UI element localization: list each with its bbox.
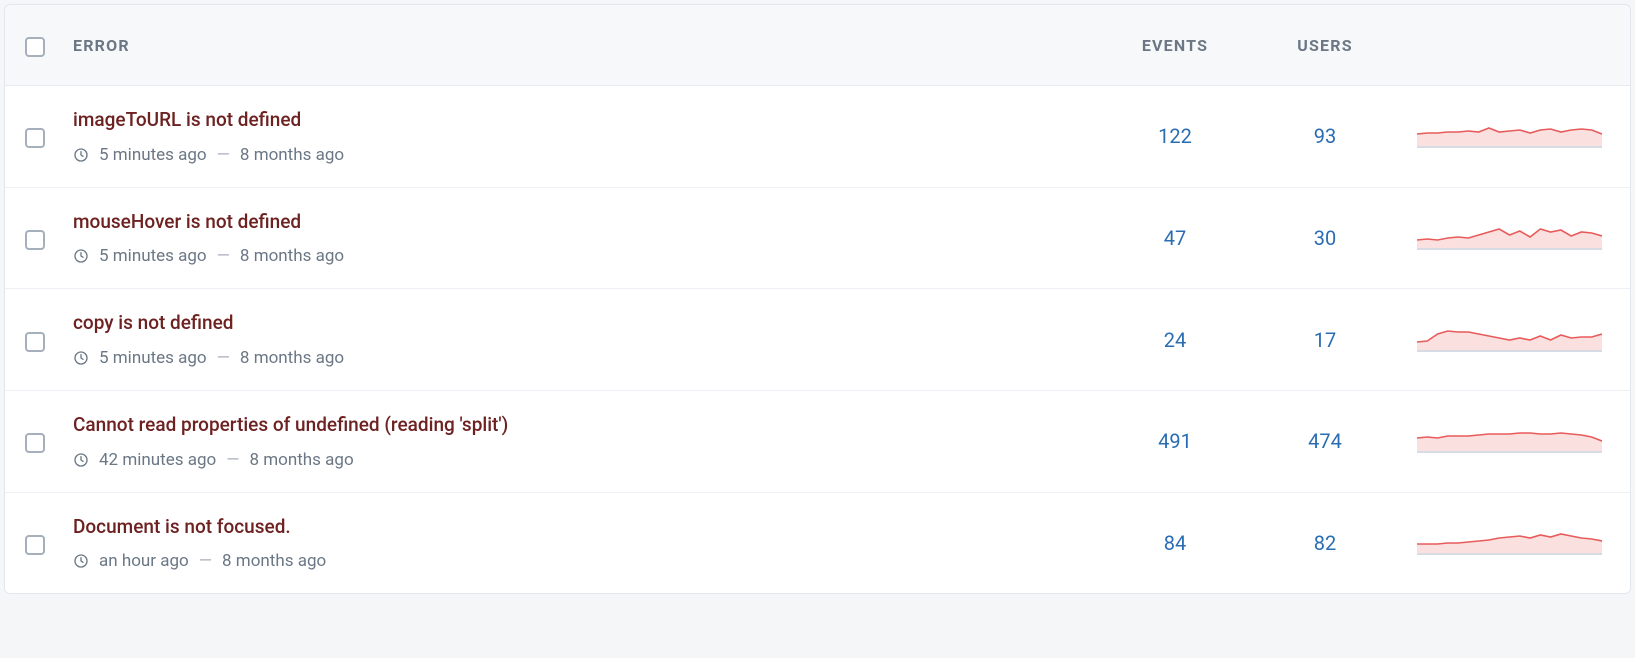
row-checkbox[interactable]: [25, 128, 45, 148]
first-seen: 8 months ago: [240, 145, 344, 165]
table-header: ERROR EVENTS USERS: [5, 5, 1630, 86]
error-meta: 42 minutes ago — 8 months ago: [73, 450, 1080, 470]
sparkline-cell: [1400, 218, 1630, 258]
table-row: copy is not defined 5 minutes ago — 8 month…: [5, 289, 1630, 391]
sparkline-cell: [1400, 523, 1630, 563]
table-row: Cannot read properties of undefined (rea…: [5, 391, 1630, 493]
select-all-checkbox[interactable]: [25, 37, 45, 57]
sparkline-cell: [1400, 320, 1630, 360]
time-separator: —: [226, 450, 239, 470]
sparkline-cell: [1400, 116, 1630, 156]
time-separator: —: [217, 348, 230, 368]
time-separator: —: [199, 551, 212, 571]
clock-icon: [73, 147, 89, 163]
clock-icon: [73, 452, 89, 468]
sparkline: [1417, 320, 1602, 360]
row-checkbox[interactable]: [25, 433, 45, 453]
clock-icon: [73, 248, 89, 264]
time-separator: —: [217, 145, 230, 165]
events-count[interactable]: 47: [1100, 226, 1250, 250]
sparkline-cell: [1400, 421, 1630, 461]
column-header-events[interactable]: EVENTS: [1100, 36, 1250, 55]
table-row: mouseHover is not defined 5 minutes ago — 8…: [5, 188, 1630, 290]
column-header-error[interactable]: ERROR: [65, 36, 1100, 55]
sparkline: [1417, 116, 1602, 156]
events-count[interactable]: 24: [1100, 328, 1250, 352]
error-meta: 5 minutes ago — 8 months ago: [73, 145, 1080, 165]
error-meta: an hour ago — 8 months ago: [73, 551, 1080, 571]
first-seen: 8 months ago: [240, 246, 344, 266]
error-cell: Cannot read properties of undefined (rea…: [65, 413, 1100, 470]
time-separator: —: [217, 246, 230, 266]
sparkline: [1417, 523, 1602, 563]
error-title[interactable]: mouseHover is not defined: [73, 210, 1080, 235]
events-count[interactable]: 491: [1100, 429, 1250, 453]
sparkline: [1417, 218, 1602, 258]
users-count[interactable]: 474: [1250, 429, 1400, 453]
users-count[interactable]: 30: [1250, 226, 1400, 250]
error-meta: 5 minutes ago — 8 months ago: [73, 348, 1080, 368]
first-seen: 8 months ago: [240, 348, 344, 368]
last-seen: 42 minutes ago: [99, 450, 216, 470]
events-count[interactable]: 84: [1100, 531, 1250, 555]
table-body: imageToURL is not defined 5 minutes ago — 8…: [5, 86, 1630, 593]
error-meta: 5 minutes ago — 8 months ago: [73, 246, 1080, 266]
column-header-users[interactable]: USERS: [1250, 36, 1400, 55]
table-row: Document is not focused. an hour ago — 8 mo…: [5, 493, 1630, 594]
users-count[interactable]: 17: [1250, 328, 1400, 352]
error-cell: mouseHover is not defined 5 minutes ago — 8…: [65, 210, 1100, 267]
users-count[interactable]: 82: [1250, 531, 1400, 555]
first-seen: 8 months ago: [222, 551, 326, 571]
clock-icon: [73, 350, 89, 366]
table-row: imageToURL is not defined 5 minutes ago — 8…: [5, 86, 1630, 188]
events-count[interactable]: 122: [1100, 124, 1250, 148]
errors-table: ERROR EVENTS USERS imageToURL is not def…: [4, 4, 1631, 594]
row-checkbox[interactable]: [25, 230, 45, 250]
first-seen: 8 months ago: [249, 450, 353, 470]
error-title[interactable]: Cannot read properties of undefined (rea…: [73, 413, 1080, 438]
last-seen: an hour ago: [99, 551, 189, 571]
last-seen: 5 minutes ago: [99, 145, 207, 165]
error-title[interactable]: Document is not focused.: [73, 515, 1080, 540]
sparkline: [1417, 421, 1602, 461]
last-seen: 5 minutes ago: [99, 348, 207, 368]
error-title[interactable]: imageToURL is not defined: [73, 108, 1080, 133]
error-cell: imageToURL is not defined 5 minutes ago — 8…: [65, 108, 1100, 165]
error-cell: Document is not focused. an hour ago — 8 mo…: [65, 515, 1100, 572]
users-count[interactable]: 93: [1250, 124, 1400, 148]
row-checkbox[interactable]: [25, 332, 45, 352]
row-checkbox[interactable]: [25, 535, 45, 555]
clock-icon: [73, 553, 89, 569]
last-seen: 5 minutes ago: [99, 246, 207, 266]
error-cell: copy is not defined 5 minutes ago — 8 month…: [65, 311, 1100, 368]
error-title[interactable]: copy is not defined: [73, 311, 1080, 336]
